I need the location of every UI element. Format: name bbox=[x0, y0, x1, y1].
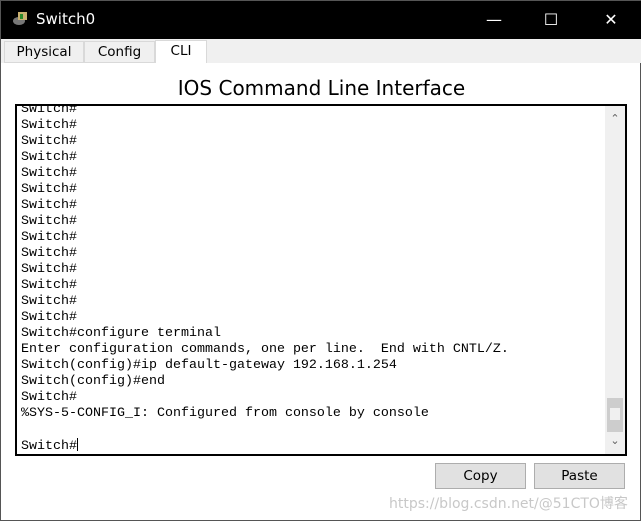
page-title: IOS Command Line Interface bbox=[177, 76, 466, 100]
maximize-button[interactable]: ☐ bbox=[528, 1, 574, 39]
terminal-prompt-line[interactable]: Switch# bbox=[21, 438, 509, 454]
terminal-line: Switch# bbox=[21, 134, 77, 149]
minimize-icon: — bbox=[486, 10, 502, 29]
terminal-line: Switch# bbox=[21, 166, 77, 181]
terminal-line: Switch# bbox=[21, 310, 77, 325]
terminal-line: Switch# bbox=[21, 118, 77, 133]
scroll-down-icon[interactable]: ⌄ bbox=[605, 432, 625, 450]
terminal-line: Switch# bbox=[21, 150, 77, 165]
terminal-line: Switch# bbox=[21, 198, 77, 213]
watermark: https://blog.csdn.net/@51CTO博客 bbox=[389, 496, 628, 512]
window-title: Switch0 bbox=[36, 10, 96, 28]
cli-terminal[interactable]: Switch# Switch# Switch# Switch# Switch# Switc… bbox=[15, 104, 627, 456]
close-icon: ✕ bbox=[604, 10, 618, 29]
terminal-line: Switch# bbox=[21, 278, 77, 293]
title-bar: Switch0 — ☐ ✕ bbox=[1, 1, 641, 39]
copy-button[interactable]: Copy bbox=[435, 463, 526, 489]
terminal-output: Switch# Switch# Switch# Switch# Switch# Switc… bbox=[21, 104, 509, 454]
paste-button[interactable]: Paste bbox=[534, 463, 625, 489]
terminal-line: Enter configuration commands, one per li… bbox=[21, 342, 509, 357]
minimize-button[interactable]: — bbox=[471, 1, 517, 39]
terminal-line: Switch# bbox=[21, 214, 77, 229]
terminal-prompt: Switch# bbox=[21, 439, 77, 454]
terminal-line: %SYS-5-CONFIG_I: Configured from console… bbox=[21, 406, 429, 421]
text-cursor bbox=[77, 438, 78, 451]
terminal-line: Switch# bbox=[21, 262, 77, 277]
terminal-line: Switch(config)#ip default-gateway 192.16… bbox=[21, 358, 397, 373]
terminal-line: Switch(config)#end bbox=[21, 374, 165, 389]
terminal-line: Switch# bbox=[21, 390, 77, 405]
tab-cli[interactable]: CLI bbox=[155, 40, 207, 63]
terminal-line: Switch# bbox=[21, 104, 77, 117]
terminal-scrollbar[interactable]: ⌃ ⌄ bbox=[605, 106, 625, 454]
terminal-line: Switch# bbox=[21, 182, 77, 197]
switch-device-icon bbox=[13, 12, 27, 25]
scrollbar-thumb[interactable] bbox=[607, 398, 623, 432]
tab-config[interactable]: Config bbox=[84, 41, 155, 63]
scroll-up-icon[interactable]: ⌃ bbox=[605, 110, 625, 128]
terminal-line: Switch# bbox=[21, 230, 77, 245]
tab-physical[interactable]: Physical bbox=[4, 41, 84, 63]
maximize-icon: ☐ bbox=[543, 10, 559, 29]
tab-bar: Physical Config CLI bbox=[1, 39, 641, 63]
terminal-line: Switch# bbox=[21, 294, 77, 309]
terminal-line: Switch# bbox=[21, 246, 77, 261]
terminal-line: Switch#configure terminal bbox=[21, 326, 221, 341]
close-button[interactable]: ✕ bbox=[588, 1, 634, 39]
